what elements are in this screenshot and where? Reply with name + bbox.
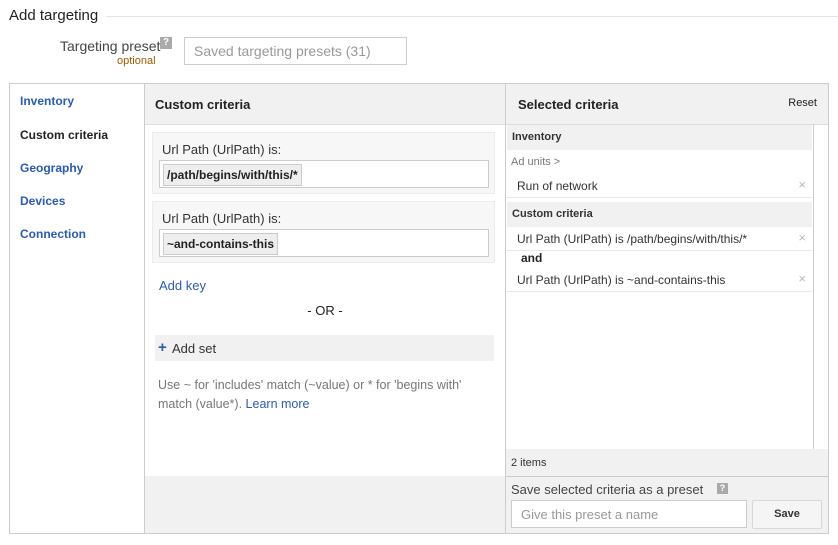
save-preset-label: Save selected criteria as a preset	[511, 482, 704, 497]
custom-criteria-section-heading: Custom criteria	[507, 202, 812, 227]
section-title: Add targeting	[9, 7, 99, 24]
criteria-value-input[interactable]: /path/begins/with/this/*	[159, 160, 489, 188]
add-set-label: Add set	[172, 341, 217, 356]
help-text-body: Use ~ for 'includes' match (~value) or *…	[158, 378, 462, 411]
nav-item-geography[interactable]: Geography	[20, 161, 83, 175]
remove-icon[interactable]: ×	[798, 177, 806, 192]
selected-item-label: Url Path (UrlPath) is /path/begins/with/…	[517, 232, 748, 246]
criteria-set: Url Path (UrlPath) is: /path/begins/with…	[152, 132, 495, 194]
preset-name-input[interactable]	[511, 500, 747, 528]
ad-units-label: Ad units >	[511, 156, 561, 168]
save-preset-area: Save selected criteria as a preset ? Sav…	[506, 477, 828, 533]
and-label: and	[521, 251, 543, 265]
selected-criteria-header: Selected criteria Reset	[506, 84, 828, 125]
selected-item-label: Run of network	[517, 179, 598, 193]
targeting-nav: Inventory Custom criteria Geography Devi…	[10, 84, 144, 533]
items-count: 2 items	[511, 457, 547, 469]
save-button[interactable]: Save	[752, 500, 822, 529]
nav-item-inventory[interactable]: Inventory	[20, 94, 74, 108]
nav-item-custom-criteria[interactable]: Custom criteria	[20, 128, 108, 142]
help-icon[interactable]: ?	[160, 37, 172, 49]
remove-icon[interactable]: ×	[798, 230, 806, 245]
targeting-preset-input[interactable]	[184, 37, 407, 65]
custom-criteria-header: Custom criteria	[145, 84, 505, 125]
custom-criteria-panel: Custom criteria Url Path (UrlPath) is: /…	[144, 84, 506, 533]
add-key-link[interactable]: Add key	[159, 278, 206, 293]
selected-item: Url Path (UrlPath) is /path/begins/with/…	[507, 227, 812, 251]
custom-criteria-title: Custom criteria	[155, 97, 251, 112]
criteria-value-input[interactable]: ~and-contains-this	[159, 229, 489, 257]
remove-icon[interactable]: ×	[798, 271, 806, 286]
criteria-key-label: Url Path (UrlPath) is:	[162, 142, 282, 157]
plus-icon: +	[158, 339, 167, 356]
selected-criteria-panel: Selected criteria Reset Inventory Ad uni…	[506, 84, 828, 533]
items-count-bar: 2 items	[506, 449, 828, 477]
add-set-button[interactable]: + Add set	[155, 335, 494, 361]
selected-item-label: Url Path (UrlPath) is ~and-contains-this	[517, 273, 726, 287]
learn-more-link[interactable]: Learn more	[246, 397, 310, 411]
title-divider	[106, 16, 838, 17]
targeting-preset-label: Targeting preset	[60, 38, 161, 54]
scroll-divider	[813, 124, 814, 476]
nav-item-connection[interactable]: Connection	[20, 227, 86, 241]
selected-item: Url Path (UrlPath) is ~and-contains-this…	[507, 268, 812, 292]
reset-button[interactable]: Reset	[788, 97, 817, 109]
nav-item-devices[interactable]: Devices	[20, 194, 65, 208]
custom-criteria-heading-label: Custom criteria	[512, 208, 593, 220]
inventory-section-heading: Inventory	[507, 125, 812, 150]
or-separator: - OR -	[307, 303, 343, 318]
selected-criteria-title: Selected criteria	[518, 97, 619, 112]
criteria-value-chip[interactable]: ~and-contains-this	[163, 233, 279, 255]
inventory-heading-label: Inventory	[512, 131, 562, 143]
optional-label: optional	[117, 55, 156, 67]
match-help-text: Use ~ for 'includes' match (~value) or *…	[158, 376, 488, 414]
help-icon[interactable]: ?	[717, 483, 728, 494]
custom-criteria-footer	[145, 476, 505, 533]
criteria-set: Url Path (UrlPath) is: ~and-contains-thi…	[152, 201, 495, 263]
criteria-value-chip[interactable]: /path/begins/with/this/*	[163, 164, 302, 186]
criteria-key-label: Url Path (UrlPath) is:	[162, 211, 282, 226]
selected-item: Run of network ×	[507, 174, 812, 198]
